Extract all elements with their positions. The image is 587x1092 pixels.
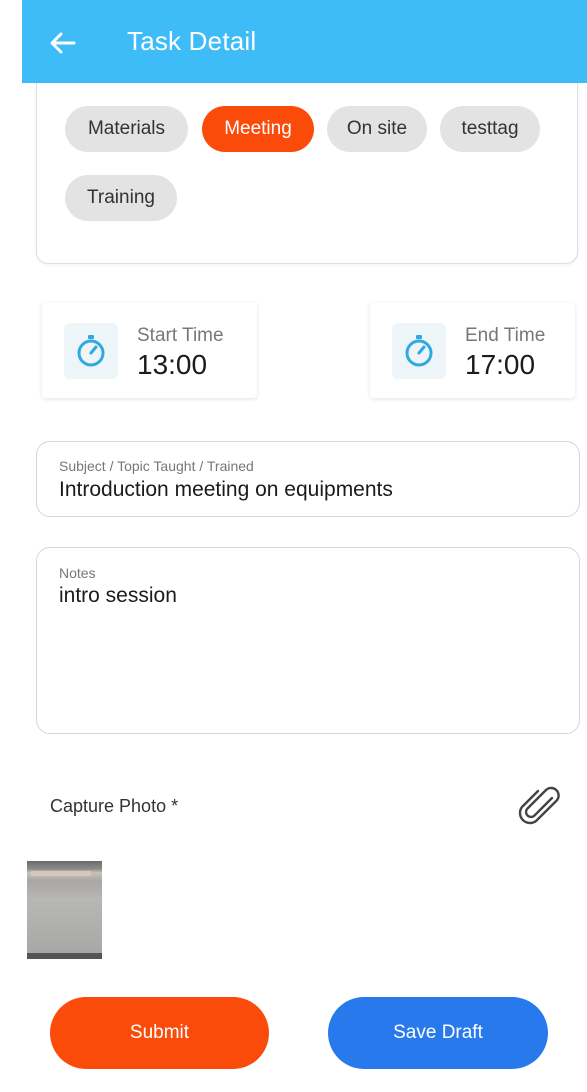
subject-field[interactable]: Subject / Topic Taught / Trained Introdu… xyxy=(36,441,580,517)
app-bar: Task Detail xyxy=(22,0,587,83)
captured-photo-thumbnail[interactable] xyxy=(27,861,102,959)
paperclip-icon[interactable] xyxy=(516,784,564,832)
tag-chip-training[interactable]: Training xyxy=(65,175,177,221)
thumbnail-detail xyxy=(31,871,91,876)
tags-card: Materials Meeting On site testtag Traini… xyxy=(36,83,578,264)
start-time-card[interactable]: Start Time 13:00 xyxy=(42,303,257,398)
notes-field[interactable]: Notes intro session xyxy=(36,547,580,734)
stopwatch-icon xyxy=(64,323,118,379)
end-time-card[interactable]: End Time 17:00 xyxy=(370,303,575,398)
start-time-label: Start Time xyxy=(137,325,224,346)
subject-field-value: Introduction meeting on equipments xyxy=(59,478,393,501)
tag-chip-materials[interactable]: Materials xyxy=(65,106,188,152)
tag-chip-testtag[interactable]: testtag xyxy=(440,106,540,152)
stopwatch-icon xyxy=(392,323,446,379)
subject-field-label: Subject / Topic Taught / Trained xyxy=(59,458,254,474)
page-title: Task Detail xyxy=(127,26,257,56)
end-time-value: 17:00 xyxy=(465,349,536,380)
tag-chip-on-site[interactable]: On site xyxy=(327,106,427,152)
thumbnail-bottom-bar xyxy=(27,953,102,959)
capture-photo-label: Capture Photo * xyxy=(50,796,179,816)
notes-field-label: Notes xyxy=(59,565,96,581)
notes-field-value: intro session xyxy=(59,584,177,607)
save-draft-button[interactable]: Save Draft xyxy=(328,997,548,1069)
back-arrow-icon[interactable] xyxy=(48,28,78,58)
tag-chip-meeting[interactable]: Meeting xyxy=(202,106,314,152)
start-time-value: 13:00 xyxy=(137,349,208,380)
end-time-label: End Time xyxy=(465,325,546,346)
submit-button[interactable]: Submit xyxy=(50,997,269,1069)
